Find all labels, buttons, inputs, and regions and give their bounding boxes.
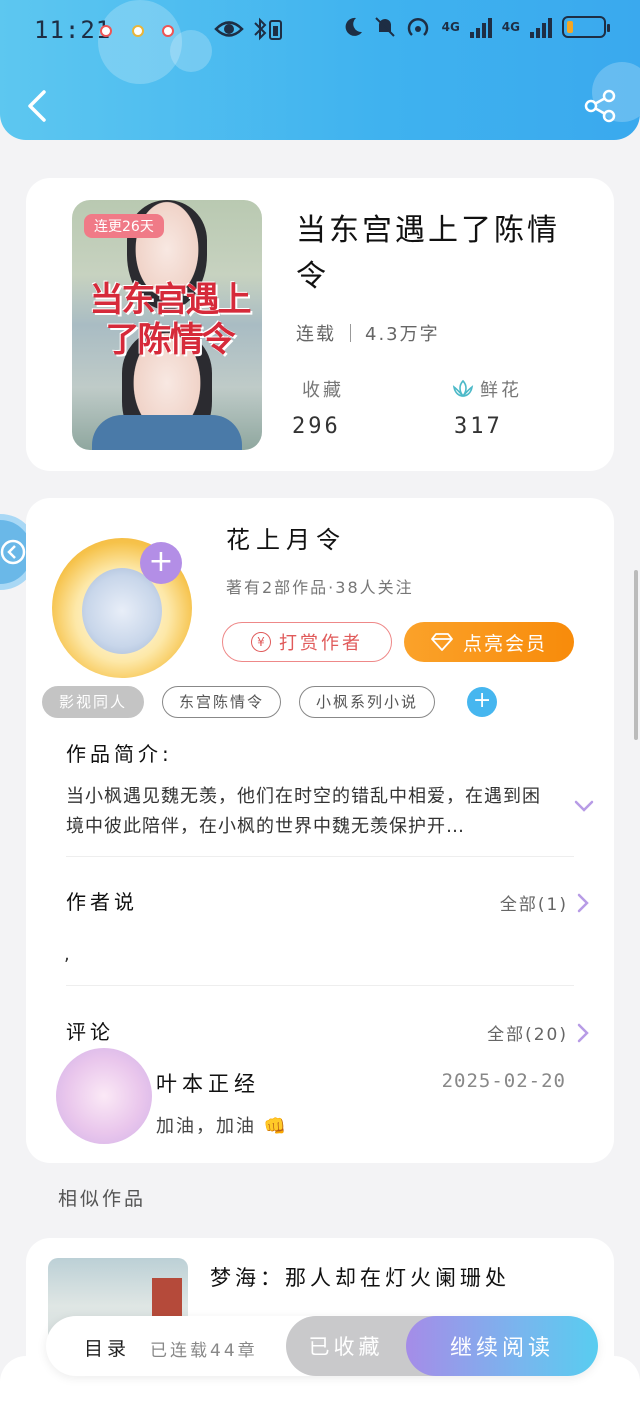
tip-author-button[interactable]: ¥ 打赏作者 [222, 622, 392, 662]
tag-item[interactable]: 影视同人 [42, 686, 145, 718]
moon-icon [345, 17, 362, 36]
top-header: 11:21 4G 4G [0, 0, 640, 140]
book-details-card: + 花上月令 著有2部作品·38人关注 ¥ 打赏作者 点亮会员 影视同人 东宫陈情… [26, 498, 614, 1163]
commenter-avatar[interactable] [56, 1048, 152, 1144]
scrollbar-thumb[interactable] [634, 570, 638, 740]
divider [66, 985, 574, 986]
author-says-text: , [64, 944, 70, 965]
book-meta: 连载 4.3万字 [296, 320, 440, 346]
vip-button[interactable]: 点亮会员 [404, 622, 574, 662]
share-icon[interactable] [582, 88, 618, 124]
flowers-count: 317 [454, 414, 503, 439]
bluetooth-battery-icon [254, 17, 282, 41]
continue-reading-button[interactable]: 继续阅读 [406, 1316, 598, 1376]
cover-title-art: 当东宫遇上了陈情令 [89, 280, 252, 360]
chevron-right-icon [577, 1023, 589, 1042]
chevron-left-icon[interactable] [20, 86, 54, 126]
battery-icon [562, 16, 610, 38]
notification-icon [100, 25, 112, 37]
expand-chevron-icon[interactable] [572, 794, 596, 818]
favorites-label: 收藏 [302, 380, 344, 401]
book-title: 当东宫遇上了陈情令 [296, 213, 560, 294]
book-status: 连载 [296, 324, 336, 345]
tag-item[interactable]: 小枫系列小说 [299, 686, 436, 718]
synopsis-title: 作品简介: [66, 742, 173, 766]
flowers-stat[interactable]: 鲜花 [452, 376, 522, 402]
chapter-count: 已连载44章 [150, 1341, 258, 1361]
similar-work-title: 梦海：那人却在灯火阑珊处 [210, 1266, 510, 1290]
signal-icon [530, 16, 552, 38]
similar-works-label: 相似作品 [58, 1188, 147, 1210]
collapse-icon [0, 539, 26, 565]
tag-list: 影视同人 东宫陈情令 小枫系列小说 + [42, 686, 498, 718]
favorites-count: 296 [292, 414, 341, 439]
mute-icon [374, 17, 395, 37]
author-name[interactable]: 花上月令 [226, 520, 346, 555]
chevron-right-icon [577, 893, 589, 912]
continue-reading-label: 继续阅读 [449, 1336, 554, 1361]
commenter-name[interactable]: 叶本正经 [156, 1068, 260, 1098]
lotus-icon [452, 379, 474, 398]
hotspot-icon [407, 18, 428, 36]
author-says-more-label: 全部(1) [499, 895, 568, 915]
vip-label: 点亮会员 [462, 632, 547, 655]
yen-icon: ¥ [251, 632, 271, 652]
diamond-icon [431, 633, 453, 651]
network-type: 4G [441, 20, 460, 34]
book-cover[interactable]: 当东宫遇上了陈情令 连更26天 [72, 200, 262, 450]
author-info: 著有2部作品·38人关注 [226, 578, 414, 597]
meta-divider [350, 324, 351, 342]
book-info-card: 当东宫遇上了陈情令 连更26天 当东宫遇上了陈情令 连载 4.3万字 收藏 296… [26, 178, 614, 471]
comments-more[interactable]: 全部(20) [487, 1020, 590, 1045]
comments-more-label: 全部(20) [487, 1025, 568, 1045]
book-word-count: 4.3万字 [365, 324, 440, 345]
follow-author-button[interactable]: + [140, 542, 182, 584]
status-bar: 11:21 4G 4G [0, 0, 640, 62]
tag-item[interactable]: 东宫陈情令 [162, 686, 282, 718]
network-type: 4G [501, 20, 520, 34]
comments-title: 评论 [66, 1020, 114, 1044]
synopsis-text[interactable]: 当小枫遇见魏无羡，他们在时空的错乱中相爱，在遇到困境中彼此陪伴，在小枫的世界中魏… [66, 782, 546, 842]
notification-icon [132, 25, 144, 37]
author-says-title: 作者说 [66, 890, 138, 914]
cover-figure [92, 415, 242, 450]
divider [66, 856, 574, 857]
flowers-label: 鲜花 [480, 380, 522, 401]
comment-text: 加油，加油 👊 [156, 1116, 289, 1137]
tip-author-label: 打赏作者 [279, 633, 363, 654]
toc-button[interactable]: 目录 [84, 1334, 130, 1361]
status-icons: 4G 4G [342, 16, 610, 38]
comment-date: 2025-02-20 [441, 1070, 566, 1092]
signal-icon [469, 16, 492, 38]
favorited-label: 已收藏 [308, 1335, 384, 1359]
update-streak-badge: 连更26天 [84, 214, 164, 238]
add-tag-button[interactable]: + [467, 687, 498, 717]
eye-icon [214, 21, 244, 37]
bottom-action-bar: 目录 已连载44章 已收藏 继续阅读 [46, 1316, 598, 1376]
author-says-more[interactable]: 全部(1) [500, 890, 590, 915]
notification-icon [162, 25, 174, 37]
